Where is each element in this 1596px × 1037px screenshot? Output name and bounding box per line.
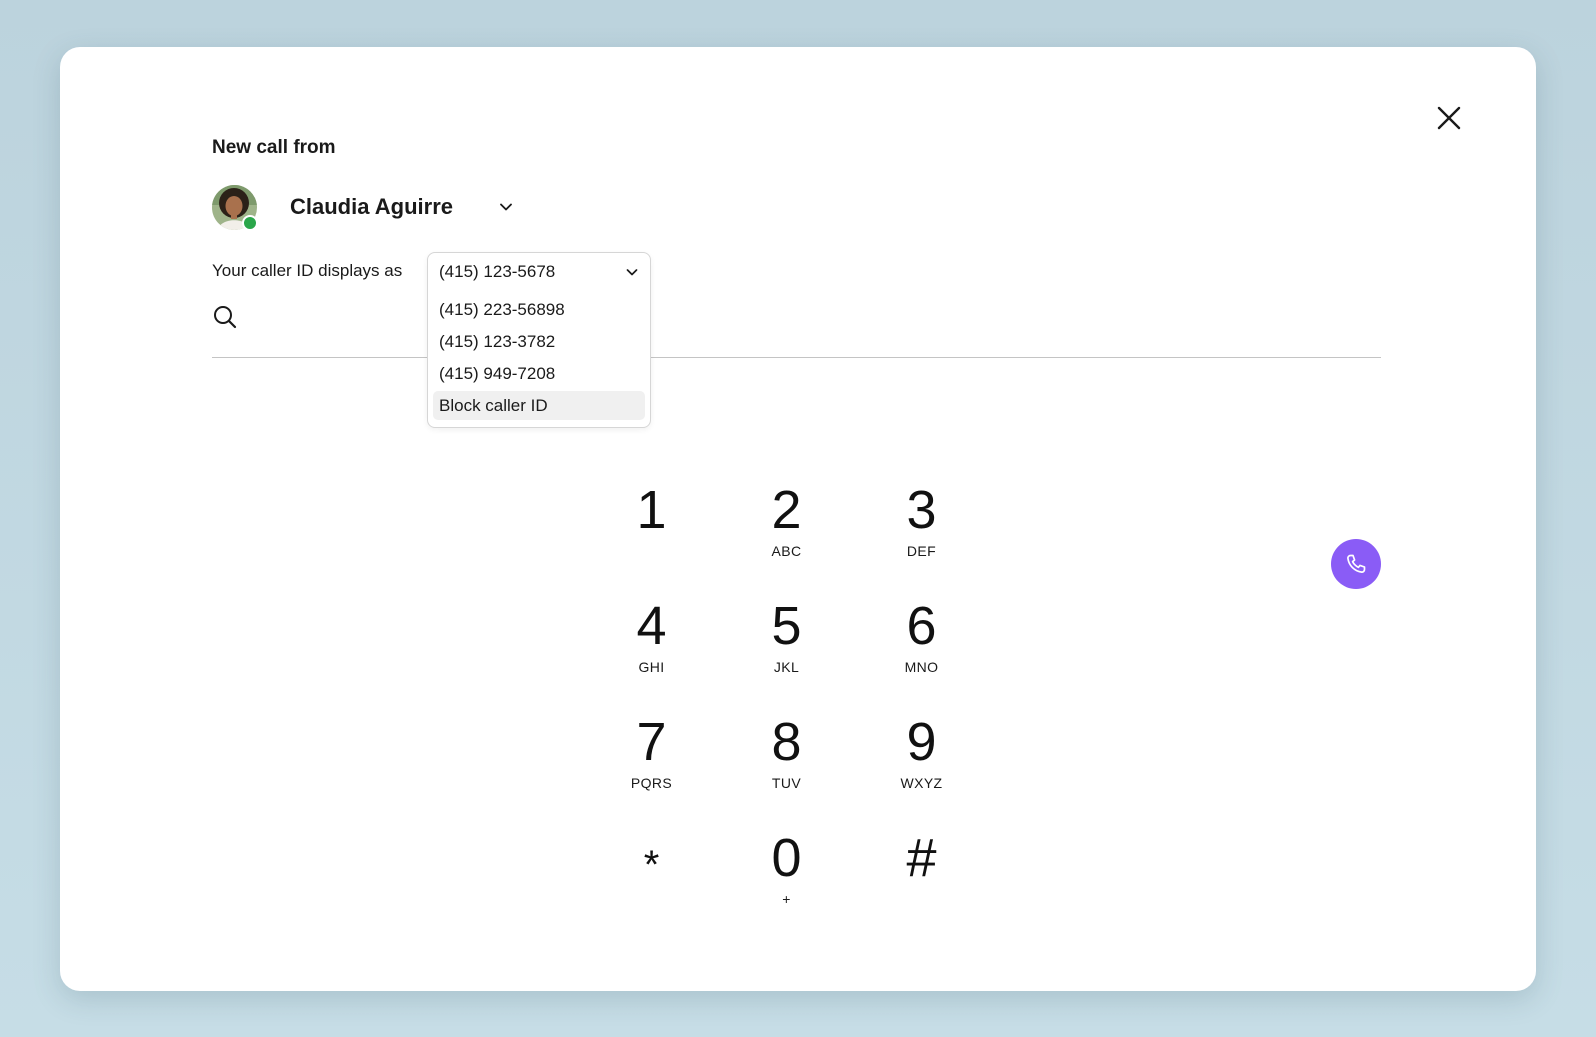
key-4[interactable]: 4 GHI: [584, 599, 719, 715]
key-3[interactable]: 3 DEF: [854, 483, 989, 599]
online-status-dot: [242, 214, 258, 231]
key-letters: ABC: [771, 543, 802, 559]
key-letters: JKL: [773, 659, 800, 675]
key-letters: DEF: [906, 543, 937, 559]
key-digit: 3: [906, 480, 937, 540]
caller-id-selected-value: (415) 123-5678: [439, 262, 556, 281]
key-digit: 1: [636, 480, 667, 540]
key-8[interactable]: 8 TUV: [719, 715, 854, 831]
key-digit: 9: [906, 712, 937, 772]
key-0[interactable]: 0 +: [719, 831, 854, 947]
caller-name: Claudia Aguirre: [290, 194, 453, 219]
close-button[interactable]: [1434, 103, 1464, 133]
key-6[interactable]: 6 MNO: [854, 599, 989, 715]
number-search-row: [212, 291, 1381, 589]
key-1[interactable]: 1: [584, 483, 719, 599]
chevron-down-icon: [625, 265, 639, 279]
key-digit: 5: [771, 596, 802, 656]
key-digit: 6: [906, 596, 937, 656]
key-letters: WXYZ: [900, 775, 943, 791]
caller-selector[interactable]: Claudia Aguirre: [212, 184, 514, 231]
caller-id-option[interactable]: (415) 949-7208: [433, 359, 645, 388]
key-digit: *: [643, 843, 660, 887]
number-search-input[interactable]: [252, 299, 1276, 337]
key-digit: #: [906, 828, 937, 888]
key-2[interactable]: 2 ABC: [719, 483, 854, 599]
new-call-dialog: New call from Claudia Aguirre Your calle…: [60, 47, 1536, 991]
key-digit: 7: [636, 712, 667, 772]
close-icon: [1437, 106, 1461, 130]
key-letters: GHI: [638, 659, 665, 675]
key-hash[interactable]: #: [854, 831, 989, 947]
caller-id-option[interactable]: (415) 123-3782: [433, 327, 645, 356]
key-letters: +: [782, 891, 791, 907]
key-5[interactable]: 5 JKL: [719, 599, 854, 715]
key-7[interactable]: 7 PQRS: [584, 715, 719, 831]
chevron-down-icon[interactable]: [498, 199, 514, 215]
key-star[interactable]: *: [584, 831, 719, 947]
caller-id-select[interactable]: (415) 123-5678: [428, 253, 650, 289]
call-button[interactable]: [1331, 539, 1381, 589]
key-9[interactable]: 9 WXYZ: [854, 715, 989, 831]
key-digit: 0: [771, 828, 802, 888]
key-digit: 8: [771, 712, 802, 772]
key-letters: MNO: [904, 659, 939, 675]
phone-icon: [1347, 554, 1366, 573]
caller-id-options: (415) 223-56898 (415) 123-3782 (415) 949…: [433, 295, 645, 423]
key-digit: 4: [636, 596, 667, 656]
dialog-title: New call from: [212, 137, 336, 158]
dial-keypad: 1 2 ABC 3 DEF 4 GHI 5 JKL 6 MNO 7 PQRS 8: [584, 483, 984, 947]
block-caller-id-option[interactable]: Block caller ID: [433, 391, 645, 420]
avatar: [212, 184, 258, 231]
caller-id-option[interactable]: (415) 223-56898: [433, 295, 645, 324]
caller-id-dropdown: (415) 123-5678 (415) 223-56898 (415) 123…: [427, 252, 651, 428]
key-letters: TUV: [771, 775, 802, 791]
search-icon: [212, 304, 238, 330]
key-letters: PQRS: [630, 775, 673, 791]
caller-id-label: Your caller ID displays as: [212, 261, 403, 280]
key-digit: 2: [771, 480, 802, 540]
